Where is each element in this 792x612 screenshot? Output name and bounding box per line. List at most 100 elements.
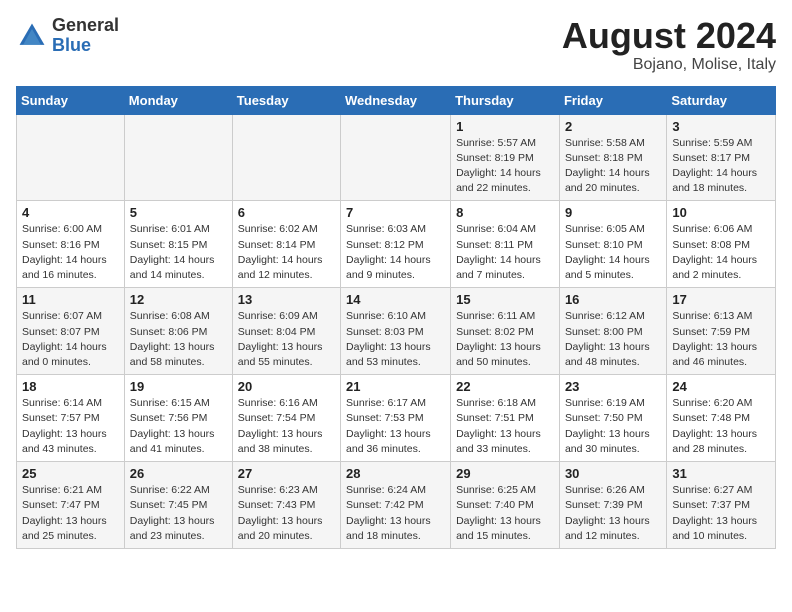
day-info: Sunrise: 6:00 AMSunset: 8:16 PMDaylight:… (22, 222, 119, 283)
month-year: August 2024 (562, 16, 776, 56)
day-number: 8 (456, 205, 554, 220)
column-header-friday: Friday (559, 86, 666, 114)
calendar-cell: 13Sunrise: 6:09 AMSunset: 8:04 PMDayligh… (232, 288, 340, 375)
calendar-cell: 23Sunrise: 6:19 AMSunset: 7:50 PMDayligh… (559, 375, 666, 462)
column-header-wednesday: Wednesday (341, 86, 451, 114)
calendar-week-3: 11Sunrise: 6:07 AMSunset: 8:07 PMDayligh… (17, 288, 776, 375)
day-info: Sunrise: 6:07 AMSunset: 8:07 PMDaylight:… (22, 309, 119, 370)
calendar-cell (124, 114, 232, 201)
day-number: 24 (672, 379, 770, 394)
calendar-cell: 14 Sunrise: 6:10 AMSunset: 8:03 PMDayligh… (341, 288, 451, 375)
calendar-cell: 17 Sunrise: 6:13 AMSunset: 7:59 PMDayligh… (667, 288, 776, 375)
day-number: 5 (130, 205, 227, 220)
day-info: Sunrise: 6:16 AMSunset: 7:54 PMDaylight:… (238, 396, 335, 457)
calendar-cell: 3 Sunrise: 5:59 AMSunset: 8:17 PMDaylight… (667, 114, 776, 201)
day-number: 4 (22, 205, 119, 220)
column-header-monday: Monday (124, 86, 232, 114)
day-info: Sunrise: 6:25 AMSunset: 7:40 PMDaylight:… (456, 483, 554, 544)
day-info: Sunrise: 6:02 AMSunset: 8:14 PMDaylight:… (238, 222, 335, 283)
day-info: Sunrise: 6:18 AMSunset: 7:51 PMDaylight:… (456, 396, 554, 457)
calendar-cell: 21Sunrise: 6:17 AMSunset: 7:53 PMDayligh… (341, 375, 451, 462)
column-header-sunday: Sunday (17, 86, 125, 114)
calendar-cell: 6 Sunrise: 6:02 AMSunset: 8:14 PMDaylight… (232, 201, 340, 288)
day-info: Sunrise: 6:14 AMSunset: 7:57 PMDaylight:… (22, 396, 119, 457)
day-number: 9 (565, 205, 661, 220)
calendar-table: SundayMondayTuesdayWednesdayThursdayFrid… (16, 86, 776, 549)
day-info: Sunrise: 6:10 AMSunset: 8:03 PMDaylight:… (346, 309, 445, 370)
day-info: Sunrise: 6:09 AMSunset: 8:04 PMDaylight:… (238, 309, 335, 370)
day-info: Sunrise: 6:11 AMSunset: 8:02 PMDaylight:… (456, 309, 554, 370)
calendar-cell: 8 Sunrise: 6:04 AMSunset: 8:11 PMDaylight… (451, 201, 560, 288)
calendar-cell (17, 114, 125, 201)
day-info: Sunrise: 6:24 AMSunset: 7:42 PMDaylight:… (346, 483, 445, 544)
day-number: 19 (130, 379, 227, 394)
column-header-tuesday: Tuesday (232, 86, 340, 114)
day-info: Sunrise: 6:06 AMSunset: 8:08 PMDaylight:… (672, 222, 770, 283)
calendar-cell: 18 Sunrise: 6:14 AMSunset: 7:57 PMDayligh… (17, 375, 125, 462)
day-info: Sunrise: 6:15 AMSunset: 7:56 PMDaylight:… (130, 396, 227, 457)
day-info: Sunrise: 5:57 AMSunset: 8:19 PMDaylight:… (456, 136, 554, 197)
calendar-week-1: 1 Sunrise: 5:57 AMSunset: 8:19 PMDaylight… (17, 114, 776, 201)
day-number: 26 (130, 466, 227, 481)
day-number: 18 (22, 379, 119, 394)
day-number: 7 (346, 205, 445, 220)
day-number: 1 (456, 119, 554, 134)
column-header-thursday: Thursday (451, 86, 560, 114)
day-number: 31 (672, 466, 770, 481)
page-header: General Blue August 2024 Bojano, Molise,… (16, 16, 776, 74)
calendar-cell: 28 Sunrise: 6:24 AMSunset: 7:42 PMDayligh… (341, 462, 451, 549)
calendar-cell (341, 114, 451, 201)
day-number: 2 (565, 119, 661, 134)
day-info: Sunrise: 6:04 AMSunset: 8:11 PMDaylight:… (456, 222, 554, 283)
calendar-cell: 1 Sunrise: 5:57 AMSunset: 8:19 PMDaylight… (451, 114, 560, 201)
day-number: 16 (565, 292, 661, 307)
calendar-cell: 2 Sunrise: 5:58 AMSunset: 8:18 PMDaylight… (559, 114, 666, 201)
calendar-cell: 20 Sunrise: 6:16 AMSunset: 7:54 PMDayligh… (232, 375, 340, 462)
day-info: Sunrise: 6:20 AMSunset: 7:48 PMDaylight:… (672, 396, 770, 457)
calendar-cell: 19 Sunrise: 6:15 AMSunset: 7:56 PMDayligh… (124, 375, 232, 462)
calendar-cell (232, 114, 340, 201)
day-info: Sunrise: 6:01 AMSunset: 8:15 PMDaylight:… (130, 222, 227, 283)
day-number: 17 (672, 292, 770, 307)
day-info: Sunrise: 6:12 AMSunset: 8:00 PMDaylight:… (565, 309, 661, 370)
column-header-saturday: Saturday (667, 86, 776, 114)
calendar-week-5: 25Sunrise: 6:21 AMSunset: 7:47 PMDayligh… (17, 462, 776, 549)
logo-blue-text: Blue (52, 35, 91, 55)
day-number: 6 (238, 205, 335, 220)
day-info: Sunrise: 6:13 AMSunset: 7:59 PMDaylight:… (672, 309, 770, 370)
day-info: Sunrise: 6:27 AMSunset: 7:37 PMDaylight:… (672, 483, 770, 544)
day-info: Sunrise: 5:59 AMSunset: 8:17 PMDaylight:… (672, 136, 770, 197)
calendar-cell: 27 Sunrise: 6:23 AMSunset: 7:43 PMDayligh… (232, 462, 340, 549)
calendar-cell: 12 Sunrise: 6:08 AMSunset: 8:06 PMDayligh… (124, 288, 232, 375)
calendar-cell: 31 Sunrise: 6:27 AMSunset: 7:37 PMDayligh… (667, 462, 776, 549)
day-number: 29 (456, 466, 554, 481)
day-info: Sunrise: 5:58 AMSunset: 8:18 PMDaylight:… (565, 136, 661, 197)
title-block: August 2024 Bojano, Molise, Italy (562, 16, 776, 74)
calendar-cell: 11Sunrise: 6:07 AMSunset: 8:07 PMDayligh… (17, 288, 125, 375)
day-number: 20 (238, 379, 335, 394)
day-number: 27 (238, 466, 335, 481)
calendar-week-2: 4 Sunrise: 6:00 AMSunset: 8:16 PMDaylight… (17, 201, 776, 288)
calendar-cell: 26Sunrise: 6:22 AMSunset: 7:45 PMDayligh… (124, 462, 232, 549)
header-row: SundayMondayTuesdayWednesdayThursdayFrid… (17, 86, 776, 114)
calendar-cell: 5 Sunrise: 6:01 AMSunset: 8:15 PMDaylight… (124, 201, 232, 288)
calendar-cell: 30Sunrise: 6:26 AMSunset: 7:39 PMDayligh… (559, 462, 666, 549)
logo: General Blue (16, 16, 119, 56)
calendar-cell: 10Sunrise: 6:06 AMSunset: 8:08 PMDayligh… (667, 201, 776, 288)
day-number: 15 (456, 292, 554, 307)
day-info: Sunrise: 6:08 AMSunset: 8:06 PMDaylight:… (130, 309, 227, 370)
day-info: Sunrise: 6:21 AMSunset: 7:47 PMDaylight:… (22, 483, 119, 544)
logo-icon (16, 20, 48, 52)
calendar-cell: 9Sunrise: 6:05 AMSunset: 8:10 PMDaylight… (559, 201, 666, 288)
calendar-week-4: 18 Sunrise: 6:14 AMSunset: 7:57 PMDayligh… (17, 375, 776, 462)
day-info: Sunrise: 6:17 AMSunset: 7:53 PMDaylight:… (346, 396, 445, 457)
calendar-cell: 7Sunrise: 6:03 AMSunset: 8:12 PMDaylight… (341, 201, 451, 288)
day-info: Sunrise: 6:23 AMSunset: 7:43 PMDaylight:… (238, 483, 335, 544)
calendar-cell: 29 Sunrise: 6:25 AMSunset: 7:40 PMDayligh… (451, 462, 560, 549)
day-number: 3 (672, 119, 770, 134)
day-number: 14 (346, 292, 445, 307)
day-number: 12 (130, 292, 227, 307)
calendar-cell: 16 Sunrise: 6:12 AMSunset: 8:00 PMDayligh… (559, 288, 666, 375)
day-info: Sunrise: 6:26 AMSunset: 7:39 PMDaylight:… (565, 483, 661, 544)
day-number: 28 (346, 466, 445, 481)
